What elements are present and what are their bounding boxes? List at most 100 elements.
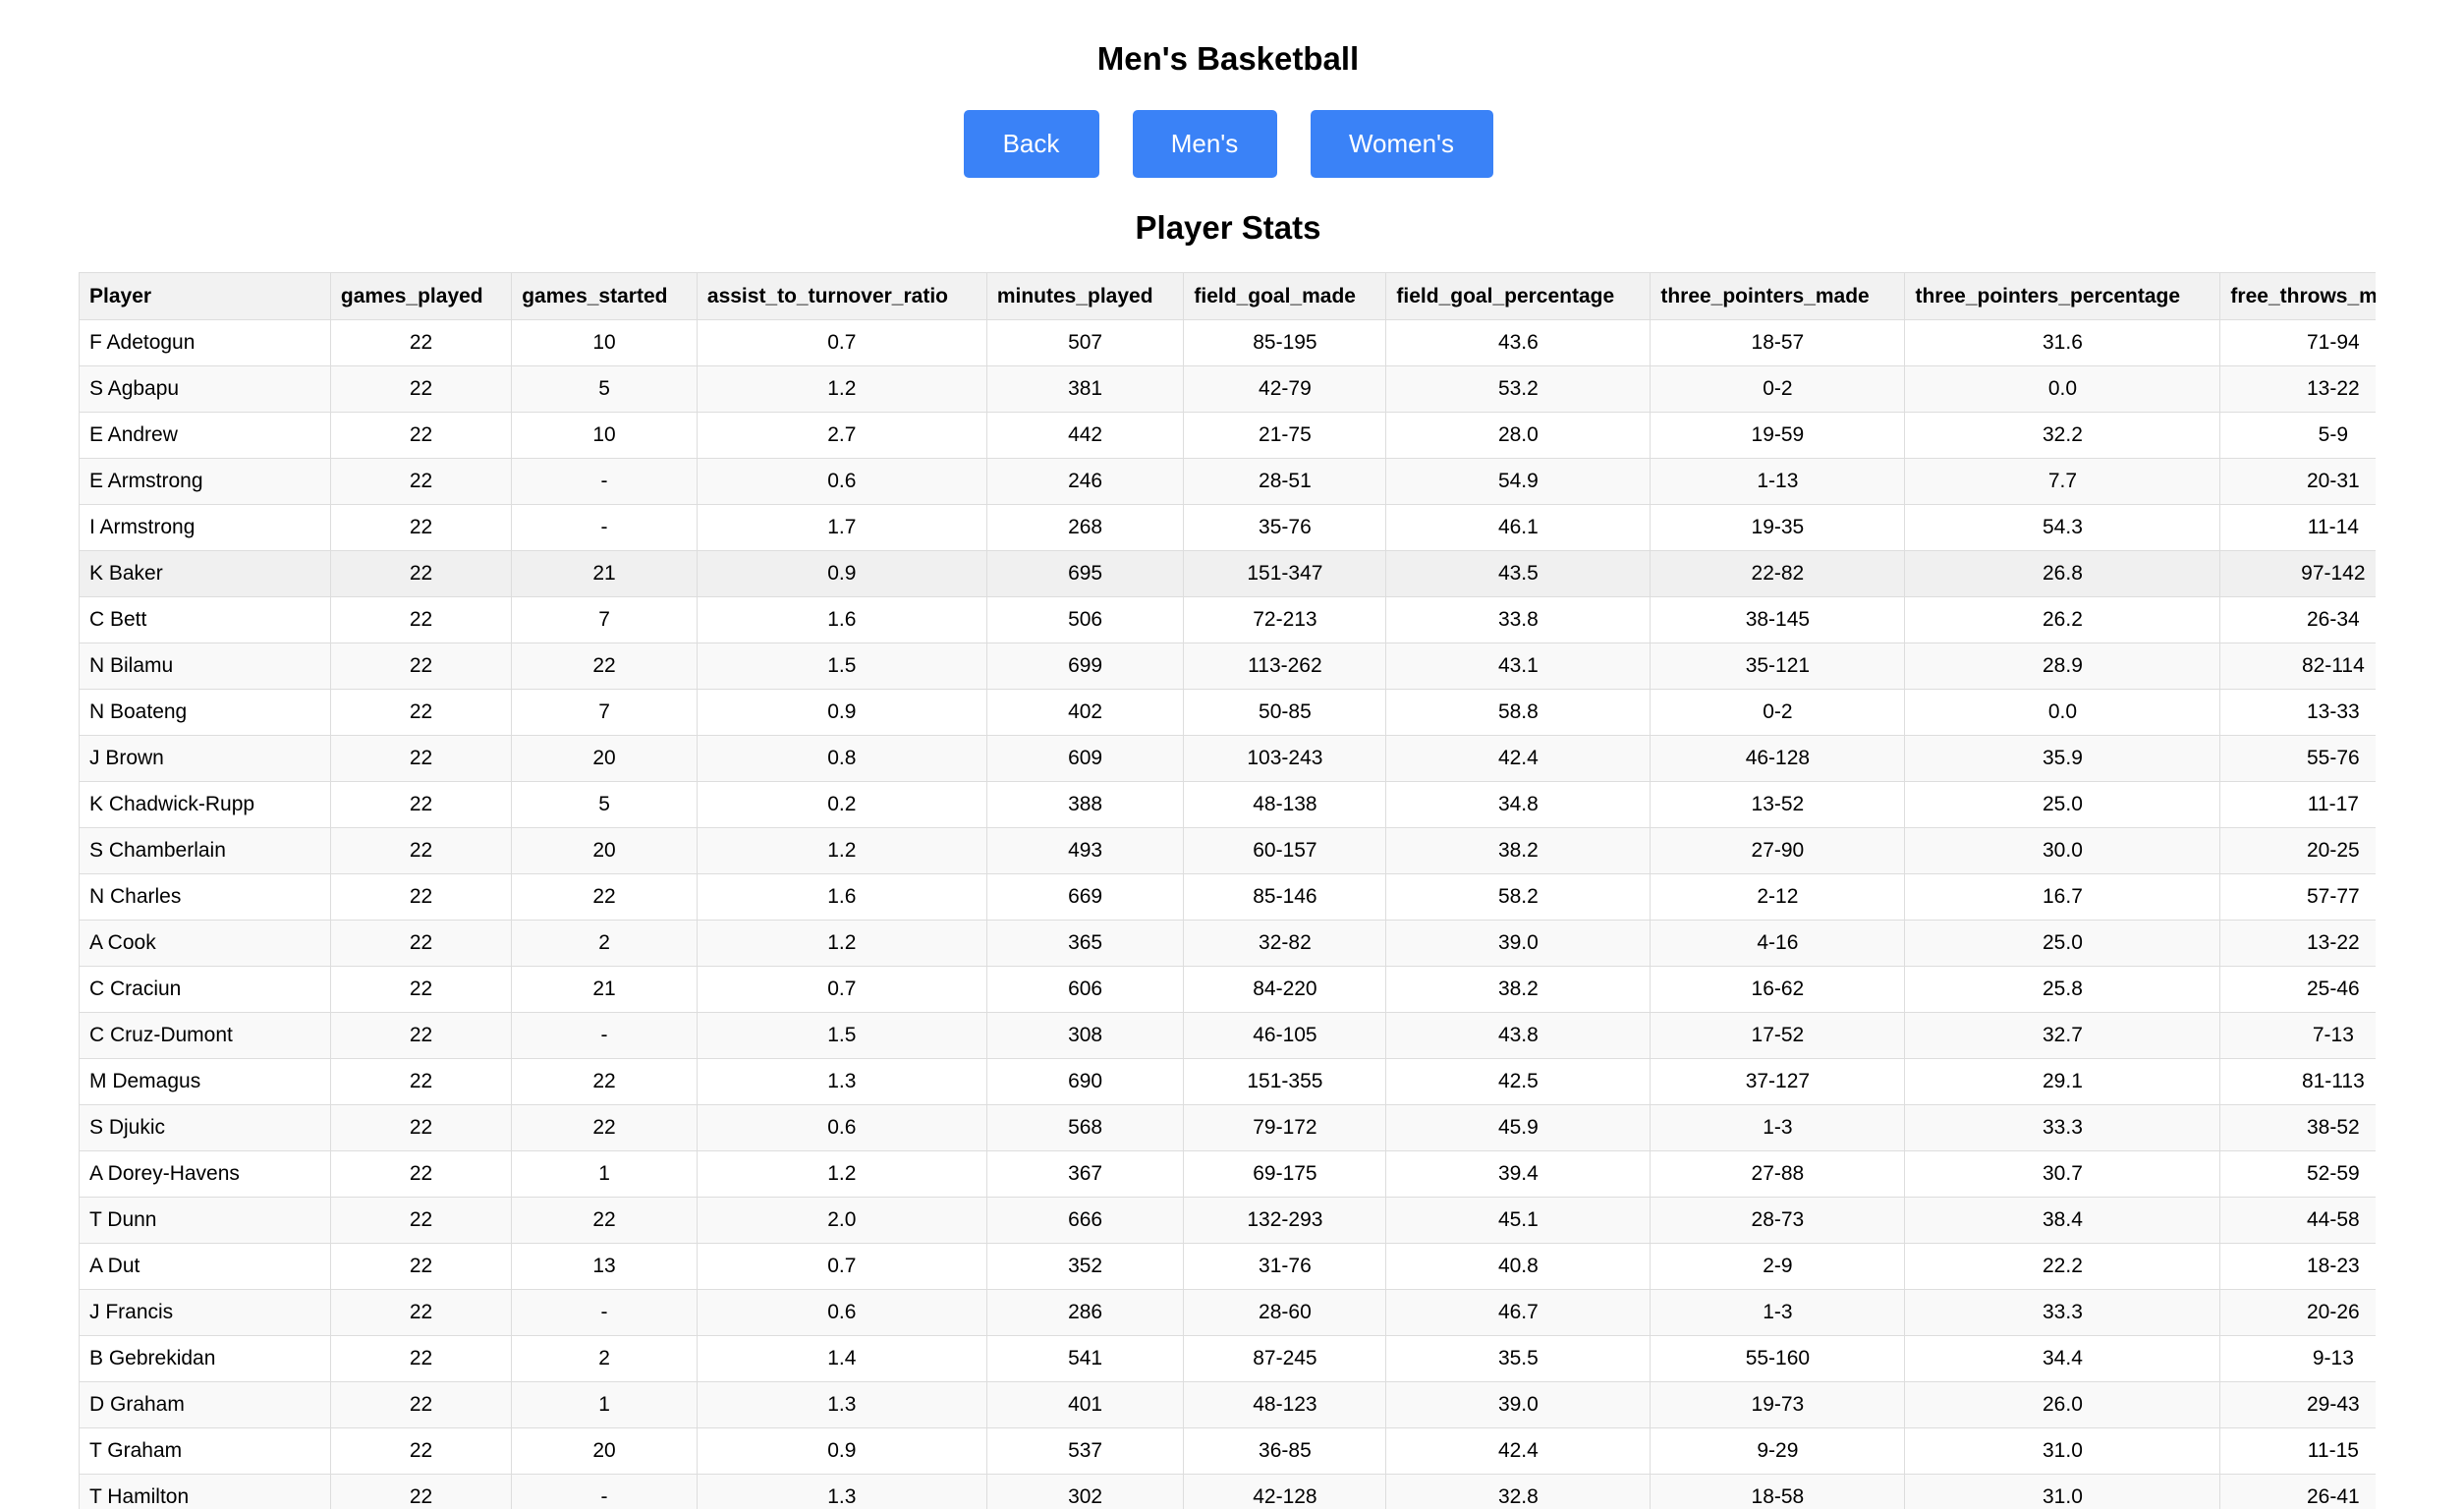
table-row[interactable]: J Francis22-0.628628-6046.71-333.320-267 <box>79 1289 2376 1336</box>
stat-cell: 97-142 <box>2219 550 2376 597</box>
stat-cell: 84-220 <box>1183 966 1387 1013</box>
table-row[interactable]: N Bilamu 22 22 1.5 699 113-262 43.1 35-121 28.9 8… <box>79 643 2376 690</box>
stat-cell: 22 <box>329 781 513 828</box>
stat-cell: 1-3 <box>1650 1289 1906 1336</box>
back-button[interactable]: Back <box>963 110 1099 178</box>
table-row[interactable]: E Armstrong 22-0.6 246 28-51 54.9 1-13 7.7 20-3… <box>79 458 2376 505</box>
stat-cell: 18-58 <box>1650 1474 1906 1509</box>
stat-cell: 22 <box>329 966 513 1013</box>
table-row[interactable]: N Boateng2270.940250-8558.80-20.013-333 <box>79 689 2376 736</box>
table-row[interactable]: C Bett 22 7 1.6 506 72-213 33.8 38-145 26.2 26-34… <box>79 596 2376 643</box>
stat-cell: 31.0 <box>1904 1474 2221 1509</box>
stat-cell: 537 <box>985 1427 1185 1475</box>
stat-cell: 46-105 <box>1183 1012 1387 1059</box>
stat-cell: 0.0 <box>1904 365 2221 413</box>
stat-cell: 31.0 <box>1904 1427 2221 1475</box>
page: Men's Basketball Back Men's Women's Play… <box>0 0 2464 1509</box>
stat-cell: 20 <box>511 827 698 874</box>
stat-cell: 30.7 <box>1904 1150 2221 1198</box>
stat-cell: 606 <box>985 966 1185 1013</box>
player-name-cell: T Graham <box>79 1427 331 1475</box>
table-row[interactable]: K Chadwick-Rupp 22 5 0.2 388 48-138 34.8 13-52 2… <box>79 781 2376 828</box>
stat-cell: - <box>511 458 698 505</box>
table-row[interactable]: A Dut22130.735231-7640.82-922.218-237 <box>79 1243 2376 1290</box>
column-header: free_throws_made <box>2219 272 2376 320</box>
player-name-cell: N Boateng <box>79 689 331 736</box>
table-row[interactable]: E Andrew22102.744221-7528.019-5932.25-95 <box>79 412 2376 459</box>
stat-cell: 32.8 <box>1385 1474 1652 1509</box>
stat-cell: 699 <box>985 643 1185 690</box>
stat-cell: 33.3 <box>1904 1289 2221 1336</box>
stat-cell: 388 <box>985 781 1185 828</box>
stat-cell: 381 <box>985 365 1185 413</box>
mens-button[interactable]: Men's <box>1132 110 1277 178</box>
player-name-cell: S Agbapu <box>79 365 331 413</box>
stat-cell: 52-59 <box>2219 1150 2376 1198</box>
table-row[interactable]: M Demagus 22 22 1.3 690 151-355 42.5 37-127 29.1… <box>79 1058 2376 1105</box>
stat-cell: 10 <box>511 319 698 366</box>
stat-cell: 22 <box>329 1058 513 1105</box>
stat-cell: 26.2 <box>1904 596 2221 643</box>
table-row[interactable]: F Adetogun 22 10 0.7 507 85-195 43.6 18-57 31.6 7… <box>79 319 2376 366</box>
stat-cell: 35.5 <box>1385 1335 1652 1382</box>
stat-cell: 1.7 <box>696 504 987 551</box>
player-name-cell: A Dut <box>79 1243 331 1290</box>
stat-cell: 28-60 <box>1183 1289 1387 1336</box>
stat-cell: 42-79 <box>1183 365 1387 413</box>
stat-cell: 27-88 <box>1650 1150 1906 1198</box>
table-row[interactable]: I Armstrong 22-1.7 268 35-76 46.1 19-35 54.3 11… <box>79 504 2376 551</box>
player-name-cell: K Baker <box>79 550 331 597</box>
table-row[interactable]: B Gebrekidan 22 2 1.4 541 87-245 35.5 55-160 34.… <box>79 1335 2376 1382</box>
stat-cell: 33.3 <box>1904 1104 2221 1151</box>
stat-cell: 22 <box>329 1150 513 1198</box>
table-row[interactable]: D Graham 22 1 1.3 401 48-123 39.0 19-73 26.0 29-4… <box>79 1381 2376 1428</box>
stat-cell: 22 <box>329 735 513 782</box>
table-row[interactable]: A Dorey-Havens 22 1 1.2 367 69-175 39.4 27-88 30… <box>79 1150 2376 1198</box>
stat-cell: 22 <box>329 920 513 967</box>
table-header-row: Player games_played games_started assist_to… <box>79 272 2376 320</box>
table-row[interactable]: K Baker 22 21 0.9 695 151-347 43.5 22-82 26.8 97-… <box>79 550 2376 597</box>
stat-cell: 27-90 <box>1650 827 1906 874</box>
table-row[interactable]: C Craciun 22 21 0.7 606 84-220 38.2 16-62 25.8 25… <box>79 966 2376 1013</box>
table-row[interactable]: J Brown 22 20 0.8 609 103-243 42.4 46-128 35.9 55… <box>79 735 2376 782</box>
player-name-cell: A Dorey-Havens <box>79 1150 331 1198</box>
stat-cell: - <box>511 1474 698 1509</box>
stat-cell: 35-76 <box>1183 504 1387 551</box>
stat-cell: 35-121 <box>1650 643 1906 690</box>
stat-cell: 0.8 <box>696 735 987 782</box>
table-row[interactable]: T Graham 22 20 0.9 537 36-85 42.4 9-29 31.0 11-15… <box>79 1427 2376 1475</box>
stat-cell: 22 <box>329 1335 513 1382</box>
stat-cell: 42.4 <box>1385 735 1652 782</box>
stat-cell: 0.9 <box>696 689 987 736</box>
stat-cell: 38-145 <box>1650 596 1906 643</box>
nav-bar: Back Men's Women's <box>0 110 2456 178</box>
womens-button[interactable]: Women's <box>1310 110 1493 178</box>
player-name-cell: F Adetogun <box>79 319 331 366</box>
stat-cell: 34.4 <box>1904 1335 2221 1382</box>
stat-cell: 26.8 <box>1904 550 2221 597</box>
stat-cell: 79-172 <box>1183 1104 1387 1151</box>
player-name-cell: C Cruz-Dumont <box>79 1012 331 1059</box>
table-row[interactable]: C Cruz-Dumont 22-1.5 308 46-105 43.8 17-52 32.… <box>79 1012 2376 1059</box>
stat-cell: 2 <box>511 1335 698 1382</box>
stat-cell: 28-51 <box>1183 458 1387 505</box>
table-row[interactable]: T Dunn 22 22 2.0 666 132-293 45.1 28-73 38.4 44-5… <box>79 1197 2376 1244</box>
stat-cell: 308 <box>985 1012 1185 1059</box>
stat-cell: 31.6 <box>1904 319 2221 366</box>
stat-cell: 0.0 <box>1904 689 2221 736</box>
stat-cell: 28-73 <box>1650 1197 1906 1244</box>
table-row[interactable]: S Chamberlain 22 20 1.2 493 60-157 38.2 27-90 30… <box>79 827 2376 874</box>
table-row[interactable]: S Agbapu2251.238142-7953.20-20.013-225 <box>79 365 2376 413</box>
stat-cell: 22 <box>329 873 513 921</box>
stat-cell: 0.6 <box>696 1289 987 1336</box>
stat-cell: 42-128 <box>1183 1474 1387 1509</box>
stat-cell: - <box>511 1289 698 1336</box>
stat-cell: 21-75 <box>1183 412 1387 459</box>
table-row[interactable]: A Cook2221.236532-8239.04-1625.013-225 <box>79 920 2376 967</box>
stat-cell: 20 <box>511 1427 698 1475</box>
table-row[interactable]: T Hamilton 22-1.3 302 42-128 32.8 18-58 31.0 26… <box>79 1474 2376 1509</box>
stat-cell: 7-13 <box>2219 1012 2376 1059</box>
stats-table-container[interactable]: Player games_played games_started assist_to… <box>79 272 2376 1509</box>
table-row[interactable]: N Charles 22 22 1.6 669 85-146 58.2 2-12 16.7 57-… <box>79 873 2376 921</box>
table-row[interactable]: S Djukic 22 22 0.6 568 79-172 45.9 1-3 33.3 38-52… <box>79 1104 2376 1151</box>
